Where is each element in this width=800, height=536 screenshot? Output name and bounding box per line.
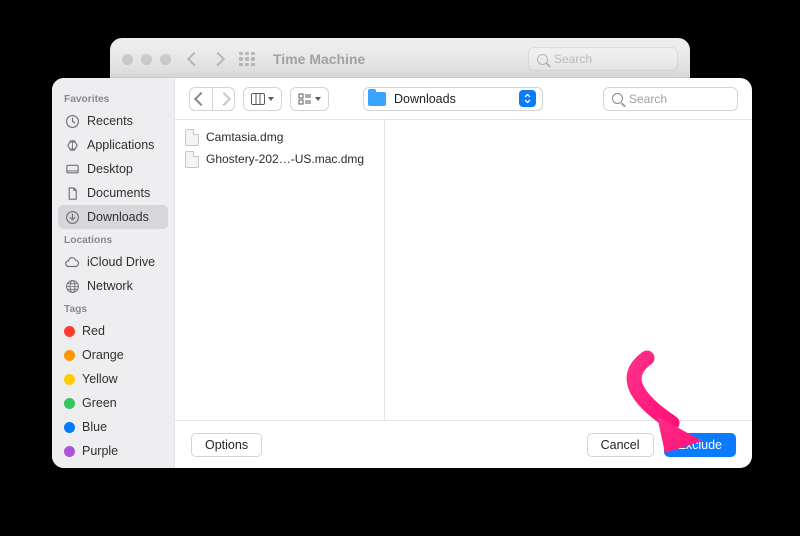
- nav-buttons: [189, 87, 235, 111]
- sidebar-item-label: Yellow: [82, 372, 118, 386]
- dialog-toolbar: Downloads Search: [175, 78, 752, 120]
- tag-dot-icon: [64, 446, 75, 457]
- search-icon: [612, 93, 623, 104]
- view-columns-button[interactable]: [243, 87, 282, 111]
- path-popup[interactable]: Downloads: [363, 87, 543, 111]
- sidebar-item-downloads[interactable]: Downloads: [58, 205, 168, 229]
- sidebar-tag-red[interactable]: Red: [58, 319, 168, 343]
- tag-dot-icon: [64, 374, 75, 385]
- sidebar-item-label: Red: [82, 324, 105, 338]
- sidebar-item-label: Purple: [82, 444, 118, 458]
- path-label: Downloads: [394, 92, 511, 106]
- sidebar-item-label: Applications: [87, 138, 154, 152]
- documents-icon: [64, 185, 80, 201]
- view-grouping-button[interactable]: [290, 87, 329, 111]
- sidebar-tag-orange[interactable]: Orange: [58, 343, 168, 367]
- search-input[interactable]: Search: [603, 87, 738, 111]
- sidebar: Favorites Recents Applications Desktop: [52, 78, 174, 468]
- sidebar-item-documents[interactable]: Documents: [58, 181, 168, 205]
- sidebar-tag-yellow[interactable]: Yellow: [58, 367, 168, 391]
- back-button[interactable]: [190, 88, 212, 110]
- tag-dot-icon: [64, 326, 75, 337]
- sidebar-tag-purple[interactable]: Purple: [58, 439, 168, 463]
- columns-icon: [251, 93, 265, 105]
- search-placeholder: Search: [629, 92, 667, 106]
- file-icon: [185, 129, 199, 146]
- applications-icon: [64, 137, 80, 153]
- sidebar-item-recents[interactable]: Recents: [58, 109, 168, 133]
- globe-icon: [64, 278, 80, 294]
- forward-button[interactable]: [212, 88, 234, 110]
- folder-icon: [368, 92, 386, 106]
- options-button[interactable]: Options: [191, 433, 262, 457]
- chevron-left-icon: [194, 91, 208, 105]
- tag-dot-icon: [64, 422, 75, 433]
- sidebar-item-applications[interactable]: Applications: [58, 133, 168, 157]
- chevron-down-icon: [315, 97, 321, 101]
- tag-dot-icon: [64, 350, 75, 361]
- sidebar-item-label: Recents: [87, 114, 133, 128]
- sidebar-section-tags: Tags: [58, 298, 168, 319]
- file-name: Ghostery-202…-US.mac.dmg: [206, 152, 364, 166]
- sidebar-item-label: Documents: [87, 186, 150, 200]
- column-browser: Camtasia.dmg Ghostery-202…-US.mac.dmg: [175, 120, 752, 420]
- sidebar-item-label: Downloads: [87, 210, 149, 224]
- cancel-button[interactable]: Cancel: [587, 433, 654, 457]
- file-name: Camtasia.dmg: [206, 130, 283, 144]
- chevron-down-icon: [268, 97, 274, 101]
- file-row[interactable]: Ghostery-202…-US.mac.dmg: [175, 148, 384, 170]
- sidebar-item-label: Orange: [82, 348, 124, 362]
- file-row[interactable]: Camtasia.dmg: [175, 126, 384, 148]
- sidebar-tag-green[interactable]: Green: [58, 391, 168, 415]
- cloud-icon: [64, 254, 80, 270]
- chevron-right-icon: [216, 91, 230, 105]
- sidebar-section-favorites: Favorites: [58, 88, 168, 109]
- sidebar-item-label: Blue: [82, 420, 107, 434]
- desktop-icon: [64, 161, 80, 177]
- grouping-icon: [298, 93, 312, 105]
- file-icon: [185, 151, 199, 168]
- file-picker-sheet: Favorites Recents Applications Desktop: [52, 78, 752, 468]
- tag-dot-icon: [64, 398, 75, 409]
- exclude-button[interactable]: Exclude: [664, 433, 736, 457]
- file-column: Camtasia.dmg Ghostery-202…-US.mac.dmg: [175, 120, 385, 420]
- sidebar-item-label: Green: [82, 396, 117, 410]
- clock-icon: [64, 113, 80, 129]
- sidebar-item-label: Desktop: [87, 162, 133, 176]
- sidebar-item-icloud[interactable]: iCloud Drive: [58, 250, 168, 274]
- sidebar-item-label: iCloud Drive: [87, 255, 155, 269]
- sidebar-tag-blue[interactable]: Blue: [58, 415, 168, 439]
- downloads-icon: [64, 209, 80, 225]
- sidebar-section-locations: Locations: [58, 229, 168, 250]
- dialog-footer: Options Cancel Exclude: [175, 420, 752, 468]
- sidebar-item-label: Network: [87, 279, 133, 293]
- sidebar-item-desktop[interactable]: Desktop: [58, 157, 168, 181]
- sidebar-item-network[interactable]: Network: [58, 274, 168, 298]
- path-popup-indicator: [519, 90, 536, 107]
- preview-column: [385, 120, 752, 420]
